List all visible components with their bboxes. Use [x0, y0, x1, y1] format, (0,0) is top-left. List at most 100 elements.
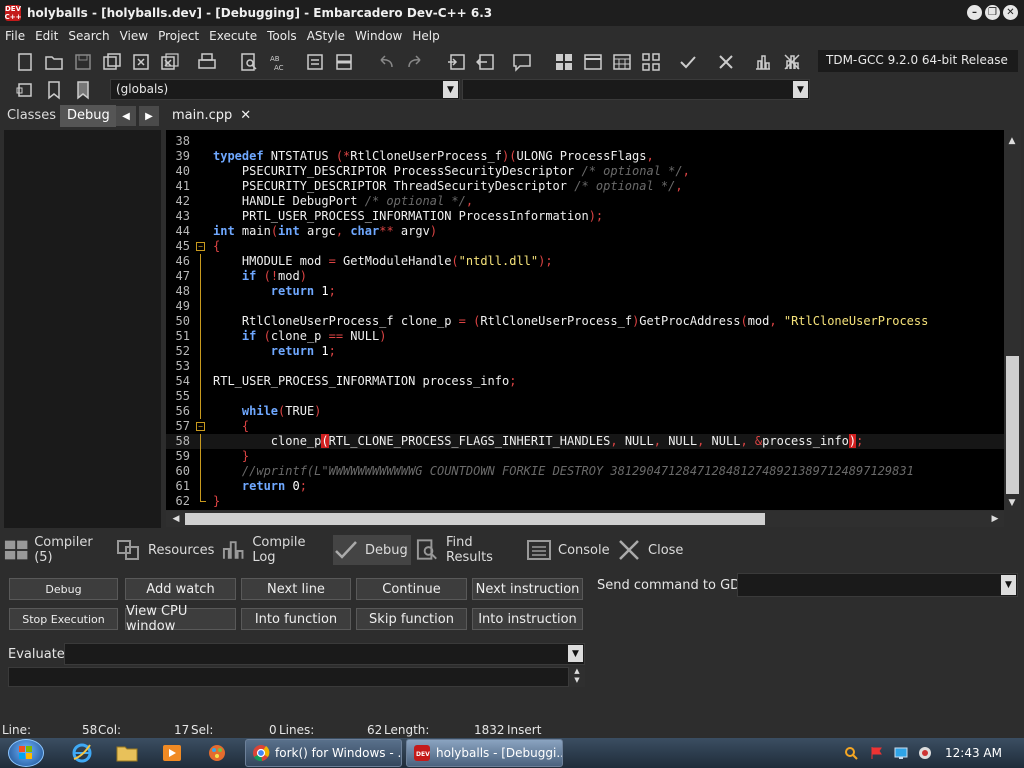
volume-tray-icon[interactable]	[918, 746, 932, 760]
tab-classes[interactable]: Classes	[0, 105, 62, 127]
line-number[interactable]: 57	[166, 419, 190, 434]
view-cpu-window-button[interactable]: View CPU window	[125, 604, 236, 634]
chevron-right-icon[interactable]: ▶	[139, 106, 159, 126]
file-explorer-icon[interactable]	[107, 740, 147, 766]
member-combo[interactable]: ▼	[462, 79, 810, 100]
add-watch-button[interactable]: Add watch	[125, 578, 236, 600]
menu-tools[interactable]: Tools	[262, 29, 302, 43]
task-chrome-window[interactable]: fork() for Windows - ...	[245, 739, 402, 767]
code-line[interactable]: 60 //wprintf(L"WWWWWWWWWWWWG COUNTDOWN F…	[166, 464, 1004, 479]
code-line[interactable]: 56 while(TRUE)	[166, 404, 1004, 419]
line-number[interactable]: 50	[166, 314, 190, 329]
code-line[interactable]: 53	[166, 359, 1004, 374]
line-number[interactable]: 60	[166, 464, 190, 479]
run-icon[interactable]	[582, 51, 604, 73]
into-function-button[interactable]: Into function	[241, 608, 351, 630]
chevron-left-icon[interactable]: ◀	[116, 106, 136, 126]
find-icon[interactable]	[238, 51, 260, 73]
code-line[interactable]: 52 return 1;	[166, 344, 1004, 359]
scroll-up-icon[interactable]: ▲	[569, 667, 585, 676]
tab-console[interactable]: Console	[526, 535, 610, 565]
new-file-icon[interactable]	[14, 51, 36, 73]
code-line[interactable]: 43 PRTL_USER_PROCESS_INFORMATION Process…	[166, 209, 1004, 224]
scroll-down-icon[interactable]: ▼	[569, 676, 585, 685]
media-player-icon[interactable]	[152, 740, 192, 766]
line-number[interactable]: 44	[166, 224, 190, 239]
stop-icon[interactable]	[715, 51, 737, 73]
code-line[interactable]: 41 PSECURITY_DESCRIPTOR ThreadSecurityDe…	[166, 179, 1004, 194]
code-line[interactable]: 61 return 0;	[166, 479, 1004, 494]
code-line[interactable]: 44 int main(int argc, char** argv)	[166, 224, 1004, 239]
undo-icon[interactable]	[375, 51, 397, 73]
open-file-icon[interactable]	[43, 51, 65, 73]
line-number[interactable]: 42	[166, 194, 190, 209]
line-number[interactable]: 55	[166, 389, 190, 404]
print-icon[interactable]	[196, 51, 218, 73]
code-line[interactable]: 59 }	[166, 449, 1004, 464]
code-line[interactable]: 46 HMODULE mod = GetModuleHandle("ntdll.…	[166, 254, 1004, 269]
tab-debug[interactable]: Debug	[60, 105, 116, 127]
menu-astyle[interactable]: AStyle	[302, 29, 350, 43]
menu-window[interactable]: Window	[350, 29, 407, 43]
goto-line-icon[interactable]	[304, 51, 326, 73]
line-number[interactable]: 58	[166, 434, 190, 449]
indent-icon[interactable]	[446, 51, 468, 73]
devcpp-app-icon[interactable]: DEV C++	[5, 5, 21, 21]
code-line[interactable]: 62}	[166, 494, 1004, 509]
code-line[interactable]: 55	[166, 389, 1004, 404]
redo-icon[interactable]	[404, 51, 426, 73]
menu-view[interactable]: View	[115, 29, 153, 43]
watch-list[interactable]	[4, 130, 161, 528]
close-all-icon[interactable]	[159, 51, 181, 73]
next-instruction-button[interactable]: Next instruction	[472, 578, 583, 600]
code-line[interactable]: 47 if (!mod)	[166, 269, 1004, 284]
menu-execute[interactable]: Execute	[204, 29, 262, 43]
gdb-command-input[interactable]: ▼	[737, 573, 1018, 597]
line-number[interactable]: 54	[166, 374, 190, 389]
comment-icon[interactable]	[511, 51, 533, 73]
paint-icon[interactable]	[197, 740, 237, 766]
line-number[interactable]: 53	[166, 359, 190, 374]
tab-resources[interactable]: Resources	[116, 535, 216, 565]
code-line[interactable]: 38	[166, 134, 1004, 149]
evaluate-scrollbar[interactable]: ▲ ▼	[569, 667, 585, 687]
line-number[interactable]: 56	[166, 404, 190, 419]
task-devcpp-window[interactable]: DEV holyballs - [Debuggi...	[406, 739, 563, 767]
next-line-button[interactable]: Next line	[241, 578, 351, 600]
horizontal-scroll-thumb[interactable]	[185, 513, 765, 525]
chevron-down-icon[interactable]: ▼	[1001, 575, 1016, 595]
menu-help[interactable]: Help	[407, 29, 444, 43]
restore-button[interactable]: ❐	[985, 5, 1000, 20]
network-tray-icon[interactable]	[894, 746, 908, 760]
line-number[interactable]: 62	[166, 494, 190, 509]
replace-icon[interactable]: AB AC	[267, 51, 289, 73]
code-line[interactable]: 50 RtlCloneUserProcess_f clone_p = (RtlC…	[166, 314, 1004, 329]
class-browser-icon[interactable]	[14, 79, 36, 101]
line-number[interactable]: 41	[166, 179, 190, 194]
code-line[interactable]: 45−{	[166, 239, 1004, 254]
tab-close[interactable]: Close	[616, 535, 686, 565]
line-number[interactable]: 45	[166, 239, 190, 254]
fold-toggle-icon[interactable]: −	[196, 422, 205, 431]
internet-explorer-icon[interactable]	[62, 740, 102, 766]
line-number[interactable]: 47	[166, 269, 190, 284]
delete-profile-icon[interactable]	[781, 51, 803, 73]
stop-execution-button[interactable]: Stop Execution	[9, 608, 118, 630]
syntax-check-icon[interactable]	[677, 51, 699, 73]
line-number[interactable]: 61	[166, 479, 190, 494]
scroll-down-icon[interactable]: ▼	[1005, 496, 1019, 510]
line-number[interactable]: 43	[166, 209, 190, 224]
vertical-scroll-thumb[interactable]	[1006, 356, 1019, 494]
start-button[interactable]	[8, 739, 44, 767]
scroll-left-icon[interactable]: ◀	[169, 512, 183, 526]
compile-run-icon[interactable]	[611, 51, 633, 73]
compile-icon[interactable]	[553, 51, 575, 73]
close-tab-icon[interactable]: ✕	[240, 108, 251, 123]
rebuild-icon[interactable]	[640, 51, 662, 73]
line-number[interactable]: 38	[166, 134, 190, 149]
bookmark-next-icon[interactable]	[72, 79, 94, 101]
scroll-right-icon[interactable]: ▶	[988, 512, 1002, 526]
code-line[interactable]: 49	[166, 299, 1004, 314]
compiler-select[interactable]: TDM-GCC 9.2.0 64-bit Release	[818, 50, 1018, 72]
scope-combo[interactable]: (globals) ▼	[110, 79, 460, 100]
